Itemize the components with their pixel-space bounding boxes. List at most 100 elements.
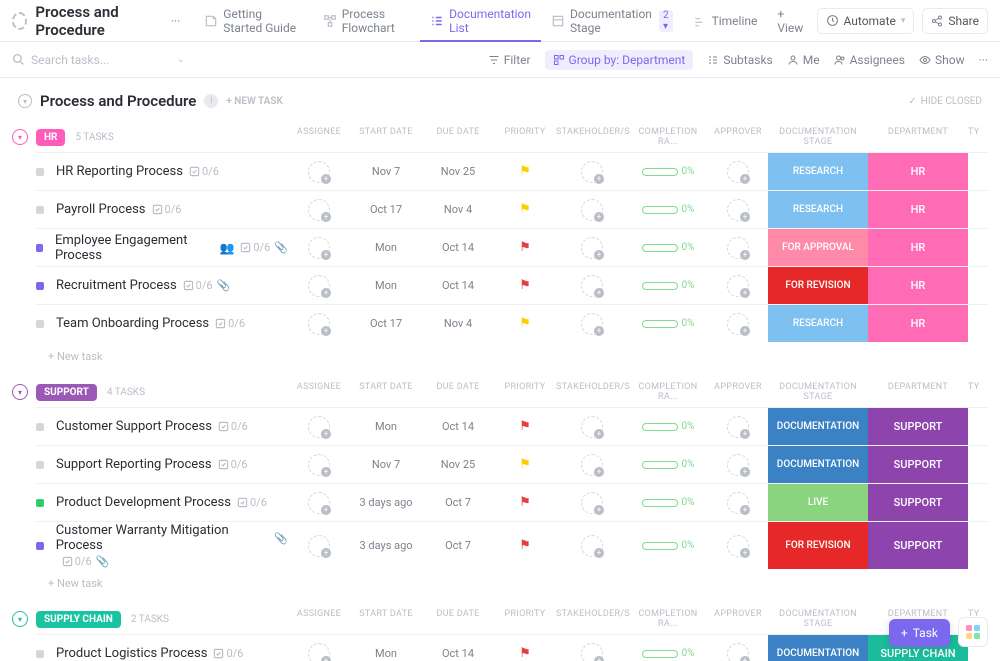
- task-name[interactable]: Customer Support Process: [56, 419, 212, 434]
- completion-cell[interactable]: 0%: [628, 540, 708, 551]
- priority-flag-icon[interactable]: ⚑: [519, 419, 531, 434]
- task-name[interactable]: Product Logistics Process: [56, 646, 207, 661]
- group-toggle[interactable]: ▾: [12, 384, 28, 400]
- dept-cell[interactable]: HR: [868, 267, 968, 304]
- dept-cell[interactable]: SUPPORT: [868, 484, 968, 521]
- dept-cell[interactable]: HR: [868, 305, 968, 342]
- start-date[interactable]: 3 days ago: [350, 496, 422, 509]
- due-date[interactable]: Nov 25: [422, 165, 494, 178]
- completion-cell[interactable]: 0%: [628, 242, 708, 253]
- group-toggle[interactable]: ▾: [12, 611, 28, 627]
- avatar-placeholder[interactable]: [308, 416, 330, 438]
- task-row[interactable]: Product Development Process 0/6 3 days ago…: [36, 483, 988, 521]
- tab-documentation-stage[interactable]: Documentation Stage2 ▾: [541, 0, 683, 41]
- col-completion[interactable]: COMPLETION RA...: [628, 382, 708, 402]
- me-button[interactable]: Me: [787, 53, 820, 67]
- col-priority[interactable]: PRIORITY: [494, 609, 556, 629]
- task-name[interactable]: Employee Engagement Process: [55, 233, 214, 263]
- col-due[interactable]: DUE DATE: [422, 127, 494, 147]
- status-square[interactable]: [36, 244, 43, 252]
- status-square[interactable]: [36, 461, 44, 469]
- task-name[interactable]: Product Development Process: [56, 495, 231, 510]
- subtask-count[interactable]: 0/6: [213, 647, 243, 660]
- automate-button[interactable]: Automate ▾: [817, 8, 915, 34]
- show-button[interactable]: Show: [919, 53, 965, 67]
- task-name[interactable]: Recruitment Process: [56, 278, 177, 293]
- task-name[interactable]: Team Onboarding Process: [56, 316, 209, 331]
- dept-cell[interactable]: SUPPORT: [868, 446, 968, 483]
- completion-cell[interactable]: 0%: [628, 421, 708, 432]
- start-date[interactable]: Nov 7: [350, 458, 422, 471]
- priority-flag-icon[interactable]: ⚑: [519, 538, 531, 553]
- avatar-placeholder[interactable]: [581, 275, 603, 297]
- apps-fab[interactable]: [958, 617, 988, 647]
- stage-cell[interactable]: DOCUMENTATION: [768, 408, 868, 445]
- task-name[interactable]: Support Reporting Process: [56, 457, 212, 472]
- subtask-count[interactable]: 0/6: [152, 203, 182, 216]
- avatar-placeholder[interactable]: [308, 492, 330, 514]
- avatar-placeholder[interactable]: [727, 313, 749, 335]
- task-row[interactable]: Employee Engagement Process👥0/6📎MonOct 1…: [36, 228, 988, 266]
- priority-flag-icon[interactable]: ⚑: [519, 646, 531, 661]
- col-stage[interactable]: DOCUMENTATION STAGE: [768, 609, 868, 629]
- new-task-row[interactable]: + New task: [12, 569, 988, 598]
- start-date[interactable]: Nov 7: [350, 165, 422, 178]
- subtask-count[interactable]: 0/6: [218, 458, 248, 471]
- col-due[interactable]: DUE DATE: [422, 382, 494, 402]
- completion-cell[interactable]: 0%: [628, 280, 708, 291]
- avatar-placeholder[interactable]: [308, 275, 330, 297]
- avatar-placeholder[interactable]: [727, 492, 749, 514]
- subtasks-button[interactable]: Subtasks: [707, 53, 772, 67]
- tab-timeline[interactable]: Timeline: [683, 0, 768, 41]
- list-menu-icon[interactable]: ···: [171, 14, 180, 28]
- col-type[interactable]: TY: [968, 127, 988, 147]
- dept-cell[interactable]: HR: [868, 191, 968, 228]
- task-name[interactable]: Payroll Process: [56, 202, 146, 217]
- list-title[interactable]: Process and Procedure: [35, 3, 162, 39]
- priority-flag-icon[interactable]: ⚑: [519, 457, 531, 472]
- status-square[interactable]: [36, 650, 44, 658]
- avatar-placeholder[interactable]: [727, 454, 749, 476]
- avatar-placeholder[interactable]: [727, 237, 749, 259]
- col-priority[interactable]: PRIORITY: [494, 127, 556, 147]
- avatar-placeholder[interactable]: [308, 161, 330, 183]
- tab-getting-started-guide[interactable]: Getting Started Guide: [194, 0, 312, 41]
- priority-flag-icon[interactable]: ⚑: [519, 495, 531, 510]
- attachment-icon[interactable]: 📎: [274, 241, 288, 254]
- col-stakeholders[interactable]: STAKEHOLDER/S: [556, 382, 628, 402]
- task-row[interactable]: Team Onboarding Process0/6Oct 17Nov 4⚑0%…: [36, 304, 988, 342]
- dept-cell[interactable]: HR: [868, 153, 968, 190]
- avatar-placeholder[interactable]: [581, 313, 603, 335]
- due-date[interactable]: Nov 4: [422, 317, 494, 330]
- stage-cell[interactable]: DOCUMENTATION: [768, 446, 868, 483]
- completion-cell[interactable]: 0%: [628, 497, 708, 508]
- avatar-placeholder[interactable]: [308, 313, 330, 335]
- completion-cell[interactable]: 0%: [628, 318, 708, 329]
- col-approver[interactable]: APPROVER: [708, 609, 768, 629]
- start-date[interactable]: Oct 17: [350, 317, 422, 330]
- status-square[interactable]: [36, 423, 44, 431]
- tab-process-flowchart[interactable]: Process Flowchart: [313, 0, 420, 41]
- col-type[interactable]: TY: [968, 382, 988, 402]
- stage-cell[interactable]: FOR APPROVAL: [768, 229, 868, 266]
- avatar-placeholder[interactable]: [581, 454, 603, 476]
- completion-cell[interactable]: 0%: [628, 648, 708, 659]
- subtask-count[interactable]: 0/6: [218, 420, 248, 433]
- col-department[interactable]: DEPARTMENT: [868, 127, 968, 147]
- due-date[interactable]: Oct 14: [422, 241, 494, 254]
- priority-flag-icon[interactable]: ⚑: [519, 240, 531, 255]
- col-priority[interactable]: PRIORITY: [494, 382, 556, 402]
- stage-cell[interactable]: RESEARCH: [768, 305, 868, 342]
- status-square[interactable]: [36, 282, 44, 290]
- tab-documentation-list[interactable]: Documentation List: [420, 0, 541, 41]
- col-stage[interactable]: DOCUMENTATION STAGE: [768, 127, 868, 147]
- priority-flag-icon[interactable]: ⚑: [519, 164, 531, 179]
- avatar-placeholder[interactable]: [581, 535, 603, 557]
- task-row[interactable]: Product Logistics Process0/6MonOct 14⚑0%…: [36, 634, 988, 661]
- col-approver[interactable]: APPROVER: [708, 382, 768, 402]
- avatar-placeholder[interactable]: [308, 643, 330, 661]
- subtask-count[interactable]: 0/6: [240, 241, 270, 254]
- col-completion[interactable]: COMPLETION RA...: [628, 127, 708, 147]
- col-start[interactable]: START DATE: [350, 609, 422, 629]
- subtask-count[interactable]: 0/6: [237, 496, 267, 509]
